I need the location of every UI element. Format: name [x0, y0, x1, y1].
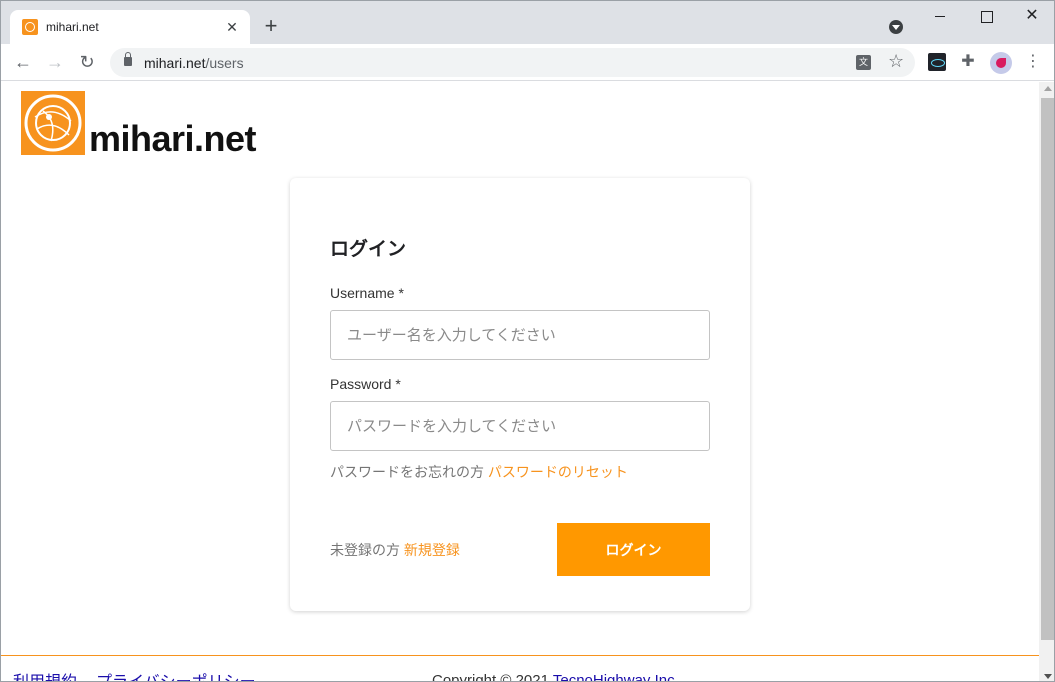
scroll-down-arrow-icon[interactable] [1044, 674, 1052, 679]
username-input[interactable] [330, 310, 710, 360]
scroll-up-arrow-icon[interactable] [1044, 86, 1052, 91]
url-path: /users [205, 55, 244, 71]
scroll-thumb[interactable] [1041, 98, 1054, 640]
username-label: Username * [330, 285, 404, 301]
browser-window: mihari.net ✕ + ✕ ← → ↻ mihari.net/users … [0, 0, 1055, 682]
reset-password-link[interactable]: パスワードのリセット [488, 464, 628, 480]
tab-mihari[interactable]: mihari.net ✕ [10, 10, 250, 44]
forgot-password-text: パスワードをお忘れの方 [330, 464, 484, 480]
footer-divider [1, 655, 1039, 656]
browser-menu-icon[interactable]: ⋮ [1025, 50, 1041, 74]
privacy-policy-link[interactable]: プライバシーポリシー [96, 668, 256, 681]
brand-logo[interactable] [21, 91, 85, 155]
password-input[interactable] [330, 401, 710, 451]
lock-icon[interactable] [124, 52, 132, 66]
login-card: ログイン Username * Password * パスワードをお忘れの方 パ… [290, 178, 750, 611]
new-tab-button[interactable]: + [259, 14, 283, 38]
forgot-password-row: パスワードをお忘れの方 パスワードのリセット [330, 462, 628, 482]
close-window-button[interactable]: ✕ [1009, 5, 1054, 27]
browser-toolbar: ← → ↻ mihari.net/users 文 ☆ ✚ ⋮ [1, 44, 1054, 81]
password-label: Password * [330, 376, 401, 392]
terms-link[interactable]: 利用規約 [13, 668, 77, 681]
copyright: Copyright © 2021 TecnoHighway Inc. [432, 672, 679, 682]
register-link[interactable]: 新規登録 [404, 542, 460, 558]
translate-icon[interactable]: 文 [856, 55, 871, 70]
tab-strip: mihari.net ✕ + ✕ [1, 1, 1054, 44]
tab-title: mihari.net [46, 20, 99, 34]
forward-arrow-icon[interactable]: → [43, 50, 67, 74]
extensions-puzzle-icon[interactable]: ✚ [959, 53, 977, 71]
page-content: mihari.net ログイン Username * Password * パス… [1, 82, 1039, 682]
register-row: 未登録の方 新規登録 [330, 540, 460, 560]
reload-icon[interactable]: ↻ [75, 50, 99, 74]
company-link[interactable]: TecnoHighway Inc. [553, 672, 679, 681]
brand-name: mihari.net [89, 118, 257, 159]
login-button[interactable]: ログイン [557, 523, 710, 576]
tab-search-icon[interactable] [889, 20, 903, 34]
login-title: ログイン [330, 239, 407, 260]
copyright-text: Copyright © 2021 [432, 672, 549, 682]
bookmark-star-icon[interactable]: ☆ [888, 51, 904, 72]
register-text: 未登録の方 [330, 542, 400, 558]
url-host: mihari.net [144, 55, 206, 71]
url-text[interactable]: mihari.net/users [144, 55, 244, 71]
address-bar[interactable]: mihari.net/users 文 ☆ [110, 48, 915, 77]
maximize-button[interactable] [963, 5, 1009, 27]
logo-graphic [24, 94, 82, 152]
profile-avatar[interactable] [990, 52, 1012, 74]
back-arrow-icon[interactable]: ← [11, 50, 35, 74]
page-scrollbar[interactable] [1039, 82, 1054, 681]
favicon-icon [22, 19, 38, 35]
react-devtools-extension-icon[interactable] [928, 53, 946, 71]
tab-close-icon[interactable]: ✕ [222, 17, 242, 37]
minimize-button[interactable] [917, 5, 963, 27]
